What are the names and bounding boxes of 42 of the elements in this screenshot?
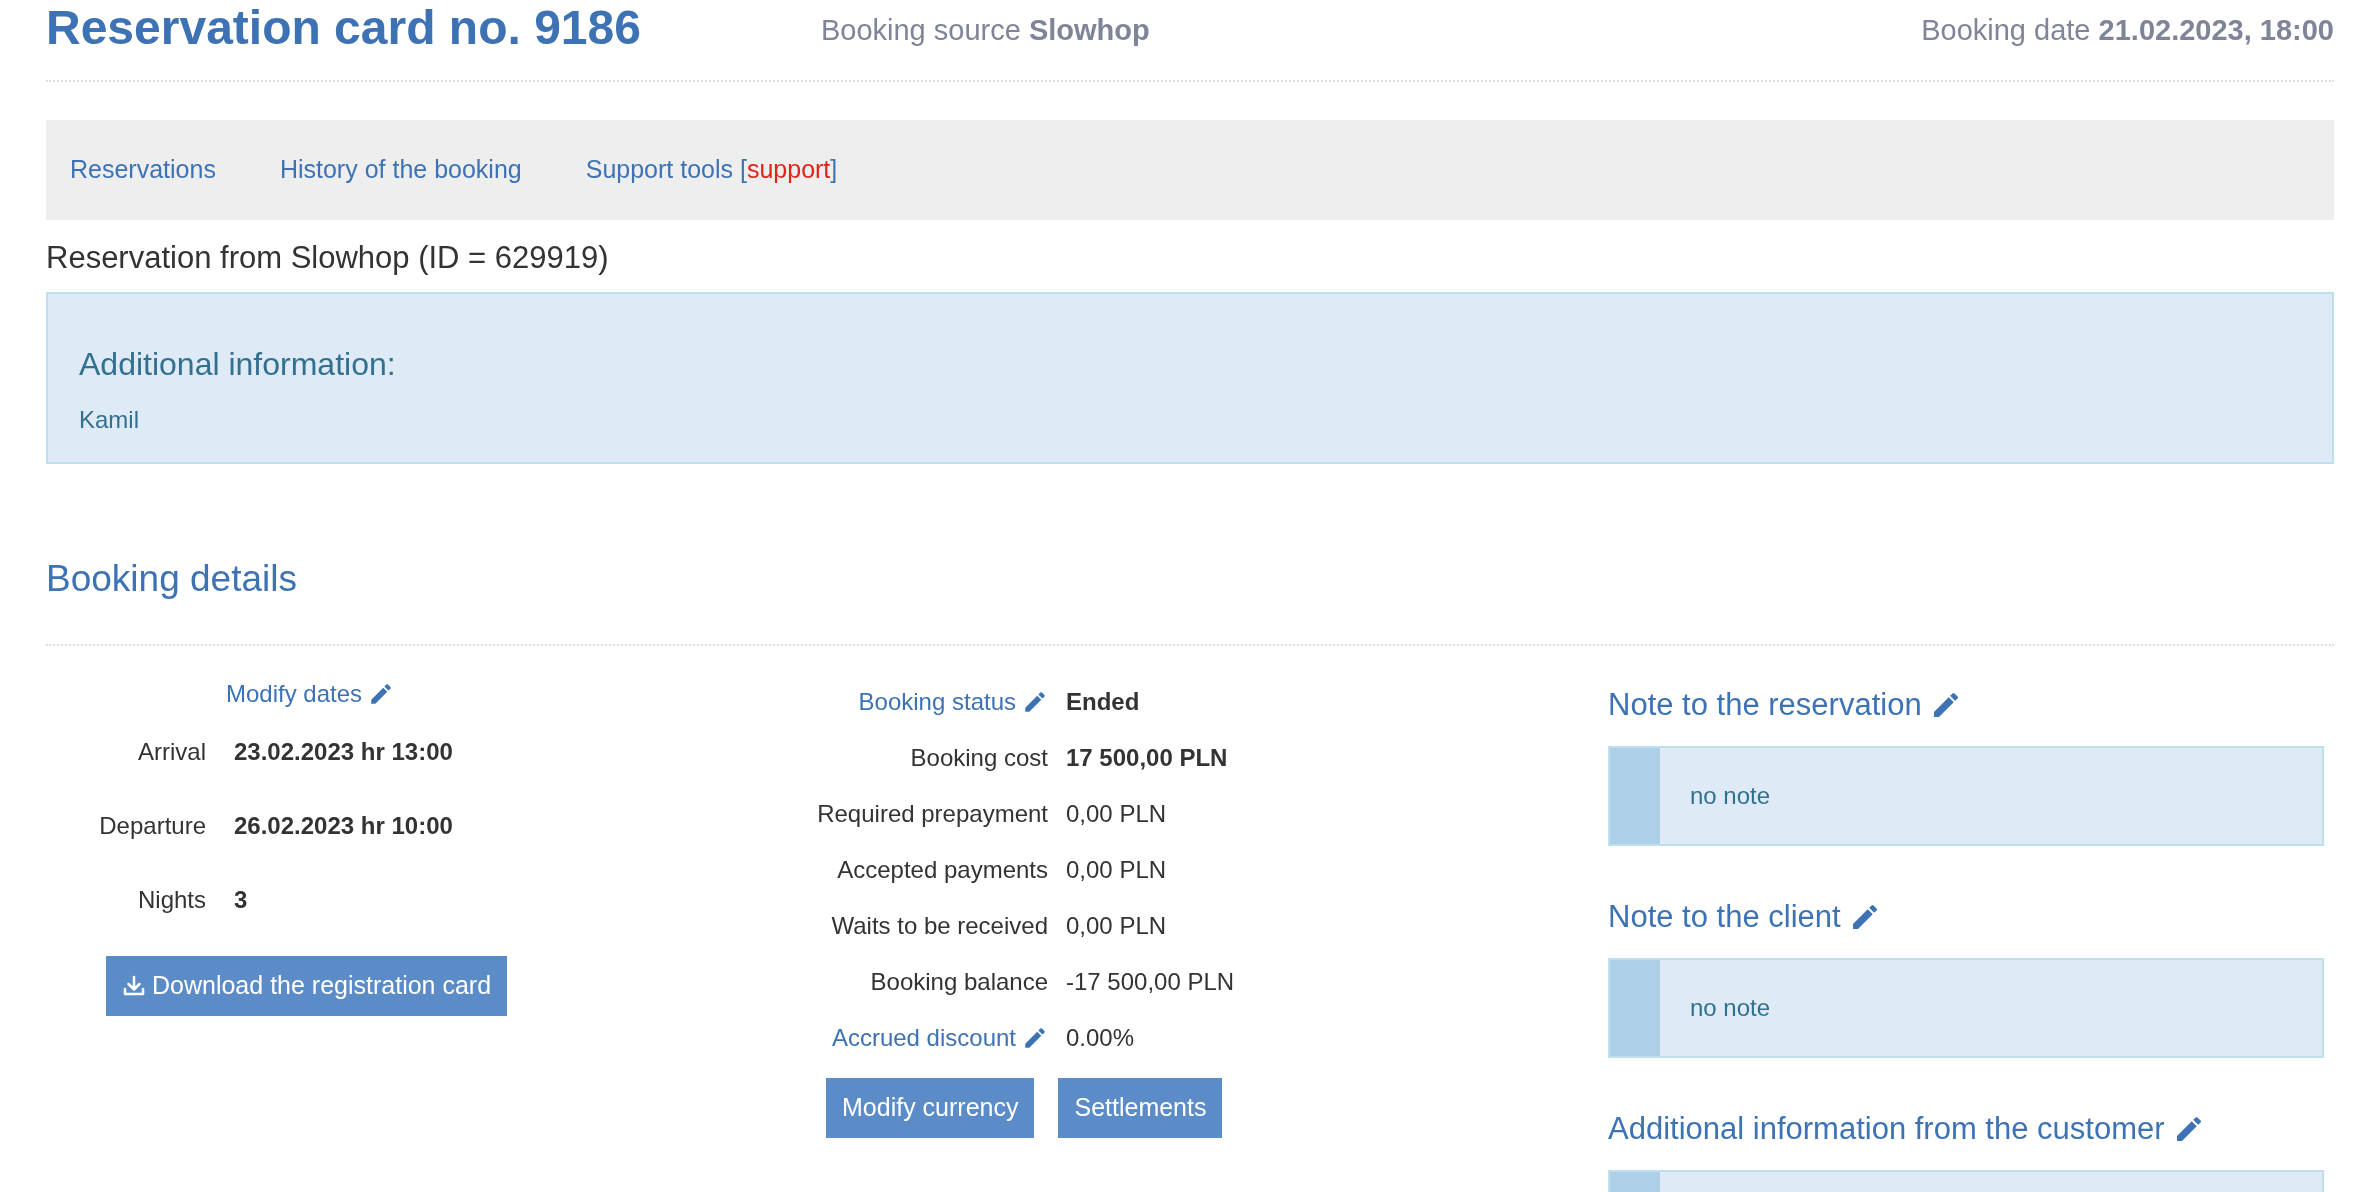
finance-link[interactable]: Accrued discount	[831, 1020, 1016, 1056]
page-title: Reservation card no. 9186	[46, 4, 641, 52]
download-button[interactable]: Download the registration card	[106, 956, 508, 1016]
note-title: Additional information from the customer	[1608, 1109, 2165, 1148]
download-icon	[122, 974, 146, 998]
note-text: no note	[1690, 781, 1771, 811]
finance-label: Booking cost	[910, 743, 1048, 773]
action-button[interactable]: Modify currency	[826, 1078, 1035, 1138]
reservation-source: Reservation from Slowhop (ID = 629919)	[46, 239, 610, 277]
section-title: Booking details	[46, 557, 298, 601]
nav-tab[interactable]: Support tools [support]	[585, 151, 838, 189]
finance-link[interactable]: Booking status	[858, 684, 1016, 720]
date-label: Departure	[98, 811, 206, 841]
finance-value: -17 500,00 PLN	[1066, 967, 1235, 997]
finance-label: Booking balance	[870, 967, 1048, 997]
date-label: Arrival	[137, 737, 206, 767]
finance-value: 0.00%	[1066, 1023, 1135, 1053]
note-title: Note to the reservation	[1608, 685, 1922, 724]
action-button[interactable]: Settlements	[1058, 1078, 1223, 1138]
date-value: 26.02.2023 hr 10:00	[234, 811, 453, 841]
finance-value: 17 500,00 PLN	[1066, 743, 1228, 773]
pencil-icon[interactable]	[1022, 1025, 1048, 1051]
info-heading: Additional information:	[79, 345, 397, 384]
finance-value: Ended	[1066, 687, 1140, 717]
note-text: no note	[1690, 993, 1771, 1023]
date-value: 23.02.2023 hr 13:00	[234, 737, 453, 767]
booking-source: Booking source Slowhop	[820, 12, 1150, 48]
booking-date: Booking date 21.02.2023, 18:00	[1921, 12, 2334, 48]
note-title: Note to the client	[1608, 897, 1841, 936]
modify-dates-link[interactable]: Modify dates	[226, 676, 363, 712]
finance-value: 0,00 PLN	[1066, 799, 1167, 829]
finance-label: Required prepayment	[817, 799, 1048, 829]
date-value: 3	[234, 885, 248, 915]
finance-label: Waits to be received	[831, 911, 1048, 941]
info-text: Kamil	[79, 405, 140, 435]
nav-tab[interactable]: Reservations	[70, 151, 216, 189]
pencil-icon[interactable]	[1022, 689, 1048, 715]
date-label: Nights	[136, 885, 206, 915]
finance-label: Accepted payments	[837, 855, 1048, 885]
finance-value: 0,00 PLN	[1066, 855, 1167, 885]
nav-tab[interactable]: History of the booking	[279, 151, 522, 189]
finance-value: 0,00 PLN	[1066, 911, 1167, 941]
